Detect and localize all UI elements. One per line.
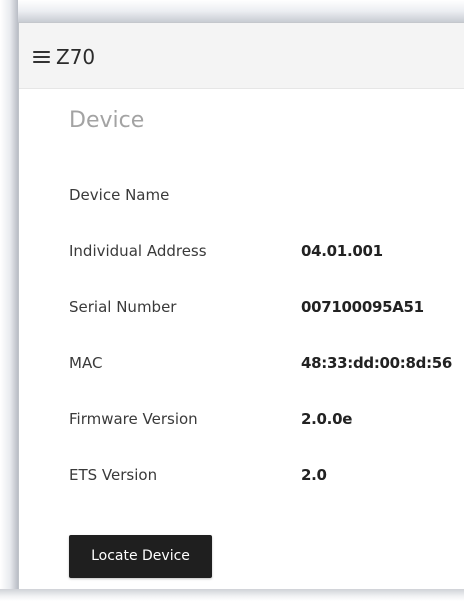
firmware-version-label: Firmware Version (69, 410, 198, 428)
device-panel: Z70 Device Device Name Individual Addres… (18, 22, 464, 589)
individual-address-label: Individual Address (69, 242, 207, 260)
ets-version-value: 2.0 (301, 466, 327, 484)
device-name-label: Device Name (69, 186, 170, 204)
window-shadow-bottom (0, 589, 464, 601)
serial-number-label: Serial Number (69, 298, 177, 316)
locate-device-button[interactable]: Locate Device (69, 535, 212, 578)
window-shadow-top (0, 0, 464, 22)
section-title: Device (69, 108, 145, 133)
app-title: Z70 (56, 45, 96, 69)
individual-address-value: 04.01.001 (301, 242, 383, 260)
window-shadow-left (0, 0, 18, 601)
mac-value: 48:33:dd:00:8d:56 (301, 354, 453, 372)
mac-label: MAC (69, 354, 103, 372)
firmware-version-value: 2.0.0e (301, 410, 353, 428)
hamburger-menu-icon[interactable] (33, 51, 50, 64)
app-header: Z70 (19, 23, 464, 89)
screenshot-stage: Z70 Device Device Name Individual Addres… (0, 0, 464, 601)
ets-version-label: ETS Version (69, 466, 158, 484)
serial-number-value: 007100095A51 (301, 298, 424, 316)
